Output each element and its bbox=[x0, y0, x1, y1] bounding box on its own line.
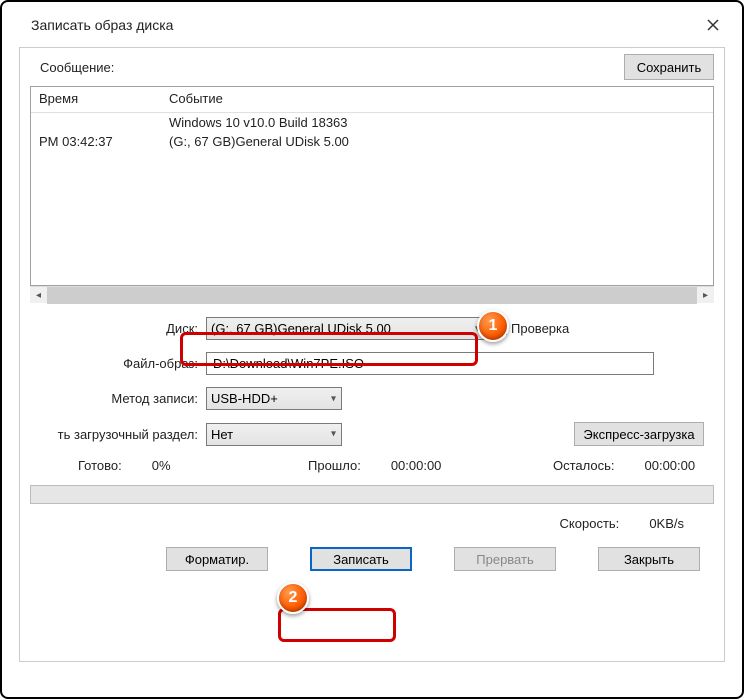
log-cell-event: (G:, 67 GB)General UDisk 5.00 bbox=[161, 132, 713, 151]
scroll-left-icon[interactable]: ◂ bbox=[30, 287, 47, 304]
boot-partition-select[interactable]: Нет bbox=[206, 423, 342, 446]
elapsed-label: Прошло: bbox=[308, 458, 361, 473]
log-cell-time bbox=[31, 113, 161, 133]
disk-label: Диск: bbox=[30, 321, 206, 336]
dialog-window: Записать образ диска Сообщение: Сохранит… bbox=[5, 5, 739, 694]
write-method-select[interactable]: USB-HDD+ bbox=[206, 387, 342, 410]
log-col-event[interactable]: Событие bbox=[161, 87, 713, 113]
message-label: Сообщение: bbox=[30, 60, 114, 75]
format-button[interactable]: Форматир. bbox=[166, 547, 268, 571]
elapsed-value: 00:00:00 bbox=[391, 458, 442, 473]
abort-button: Прервать bbox=[454, 547, 556, 571]
window-title: Записать образ диска bbox=[31, 17, 173, 33]
remain-label: Осталось: bbox=[553, 458, 615, 473]
disk-select[interactable]: (G:, 67 GB)General UDisk 5.00 bbox=[206, 317, 486, 340]
dialog-content: Сообщение: Сохранить Время Событие Windo… bbox=[19, 47, 725, 662]
save-button[interactable]: Сохранить bbox=[624, 54, 714, 80]
write-button[interactable]: Записать bbox=[310, 547, 412, 571]
log-row[interactable]: PM 03:42:37 (G:, 67 GB)General UDisk 5.0… bbox=[31, 132, 713, 151]
log-col-time[interactable]: Время bbox=[31, 87, 161, 113]
close-icon[interactable] bbox=[701, 13, 725, 37]
speed-label: Скорость: bbox=[560, 516, 620, 531]
file-image-input[interactable] bbox=[206, 352, 654, 375]
log-hscrollbar[interactable]: ◂ ▸ bbox=[30, 286, 714, 303]
progress-bar bbox=[30, 485, 714, 504]
write-method-label: Метод записи: bbox=[30, 391, 206, 406]
ready-label: Готово: bbox=[78, 458, 122, 473]
ready-value: 0% bbox=[152, 458, 171, 473]
remain-value: 00:00:00 bbox=[645, 458, 696, 473]
scroll-right-icon[interactable]: ▸ bbox=[697, 287, 714, 304]
log-cell-event: Windows 10 v10.0 Build 18363 bbox=[161, 113, 713, 133]
close-button[interactable]: Закрыть bbox=[598, 547, 700, 571]
verify-checkbox-label[interactable]: Проверка bbox=[494, 321, 569, 336]
scroll-track[interactable] bbox=[47, 287, 697, 304]
log-listview[interactable]: Время Событие Windows 10 v10.0 Build 183… bbox=[30, 86, 714, 286]
speed-value: 0KB/s bbox=[649, 516, 684, 531]
log-row[interactable]: Windows 10 v10.0 Build 18363 bbox=[31, 113, 713, 133]
express-boot-button[interactable]: Экспресс-загрузка bbox=[574, 422, 704, 446]
file-image-label: Файл-образ: bbox=[30, 356, 206, 371]
boot-partition-label: ть загрузочный раздел: bbox=[30, 427, 206, 442]
titlebar: Записать образ диска bbox=[5, 5, 739, 47]
verify-checkbox[interactable] bbox=[494, 322, 507, 335]
log-cell-time: PM 03:42:37 bbox=[31, 132, 161, 151]
